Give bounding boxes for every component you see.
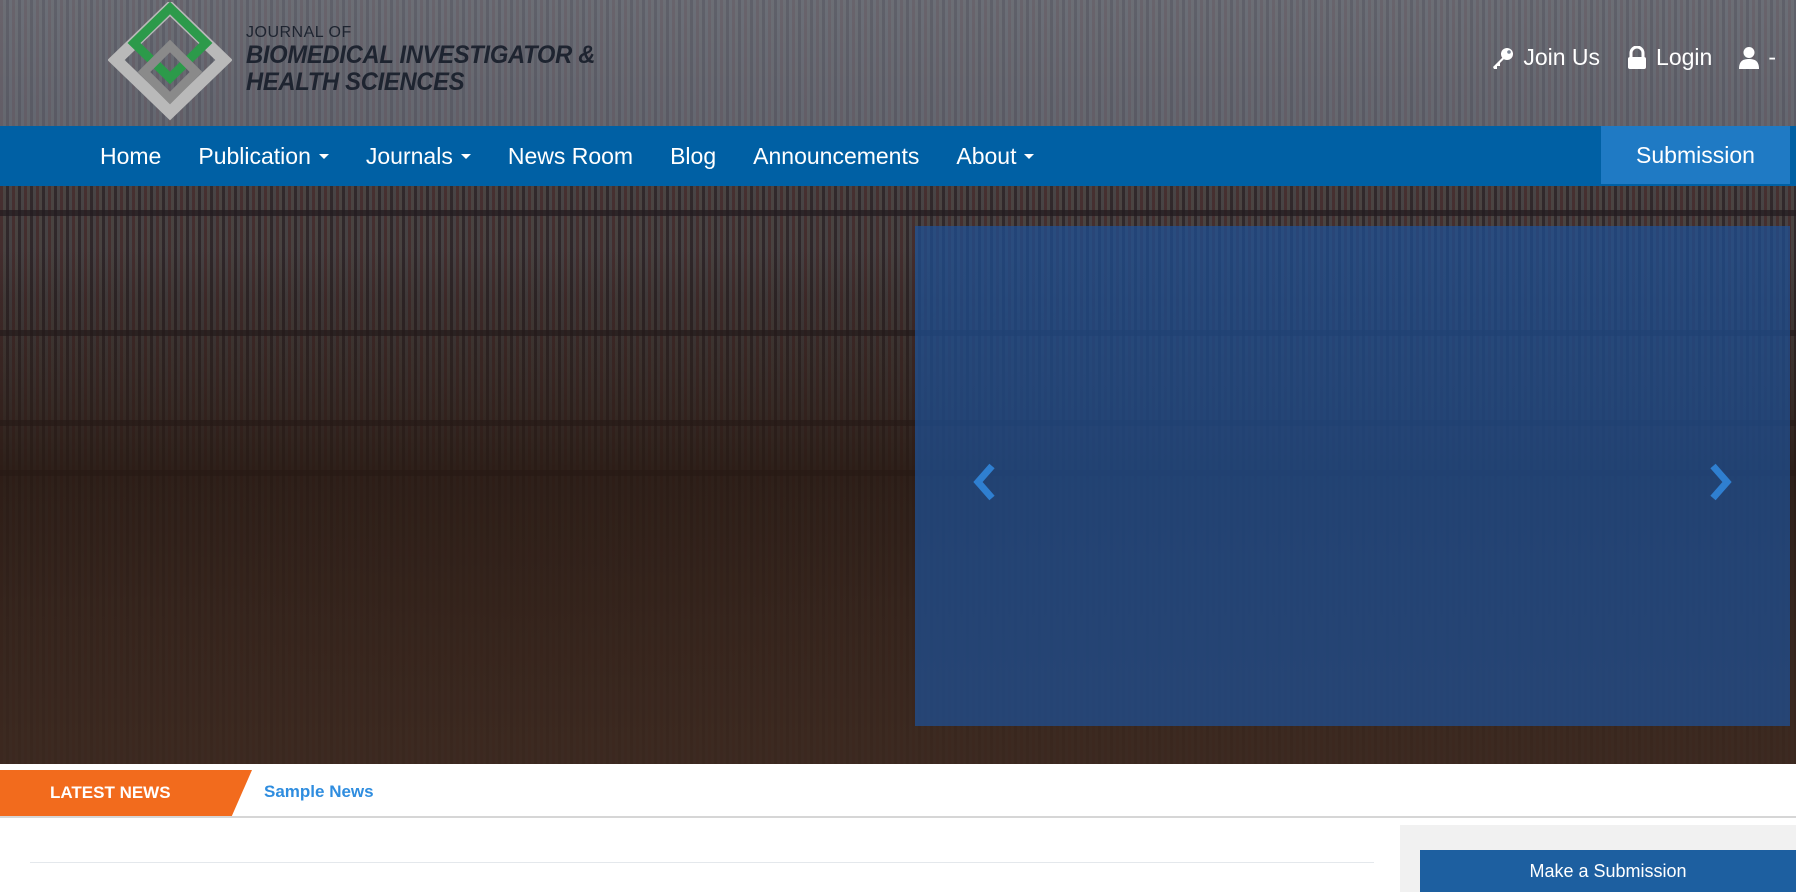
chevron-right-icon[interactable] [1707, 462, 1735, 502]
hero-slider [915, 226, 1790, 726]
site-header: JOURNAL OF BIOMEDICAL INVESTIGATOR & HEA… [0, 0, 1796, 126]
nav-publication-label: Publication [198, 142, 311, 169]
user-menu-label: - [1768, 44, 1776, 70]
nav-blog-label: Blog [670, 142, 717, 169]
make-submission-button[interactable]: Make a Submission [1420, 850, 1796, 892]
nav-news-room-label: News Room [507, 142, 634, 169]
latest-news-bar: LATEST NEWS Sample News [0, 764, 1796, 818]
nav-item-publication[interactable]: Publication [198, 143, 329, 170]
news-item-link[interactable]: Sample News [264, 782, 374, 802]
caret-down-icon [318, 153, 329, 159]
diamond-logo-icon[interactable] [108, 2, 232, 126]
key-icon [1493, 47, 1514, 69]
join-us-link[interactable]: Join Us [1491, 44, 1600, 71]
user-icon [1739, 46, 1760, 69]
user-links: Join Us Login - [1491, 44, 1776, 71]
submission-button[interactable]: Submission [1601, 126, 1790, 184]
nav-item-announcements[interactable]: Announcements [753, 143, 919, 170]
login-label: Login [1656, 44, 1713, 70]
lock-icon [1628, 45, 1647, 69]
nav-home-label: Home [100, 142, 162, 169]
logo-line-2: BIOMEDICAL INVESTIGATOR & [246, 41, 596, 69]
caret-down-icon [460, 153, 471, 159]
latest-news-label: LATEST NEWS [0, 770, 252, 816]
logo-title[interactable]: JOURNAL OF BIOMEDICAL INVESTIGATOR & HEA… [246, 24, 614, 96]
nav-item-home[interactable]: Home [100, 143, 161, 170]
content-divider [30, 862, 1374, 863]
chevron-left-icon[interactable] [970, 462, 998, 502]
nav-item-journals[interactable]: Journals [366, 143, 471, 170]
logo-line-3: HEALTH SCIENCES [246, 68, 465, 96]
user-menu[interactable]: - [1738, 44, 1776, 71]
nav-items: Home Publication Journals News Room Blog… [100, 126, 1071, 186]
join-us-label: Join Us [1523, 44, 1601, 70]
nav-announcements-label: Announcements [753, 142, 920, 169]
caret-down-icon [1024, 153, 1035, 159]
logo-line-1: JOURNAL OF [246, 24, 352, 41]
login-link[interactable]: Login [1626, 44, 1712, 71]
main-navigation: Home Publication Journals News Room Blog… [0, 126, 1796, 186]
nav-item-about[interactable]: About [956, 142, 1035, 170]
nav-item-blog[interactable]: Blog [670, 143, 716, 170]
nav-journals-label: Journals [365, 142, 453, 169]
nav-item-news-room[interactable]: News Room [508, 143, 633, 170]
nav-about-label: About [956, 142, 1017, 169]
